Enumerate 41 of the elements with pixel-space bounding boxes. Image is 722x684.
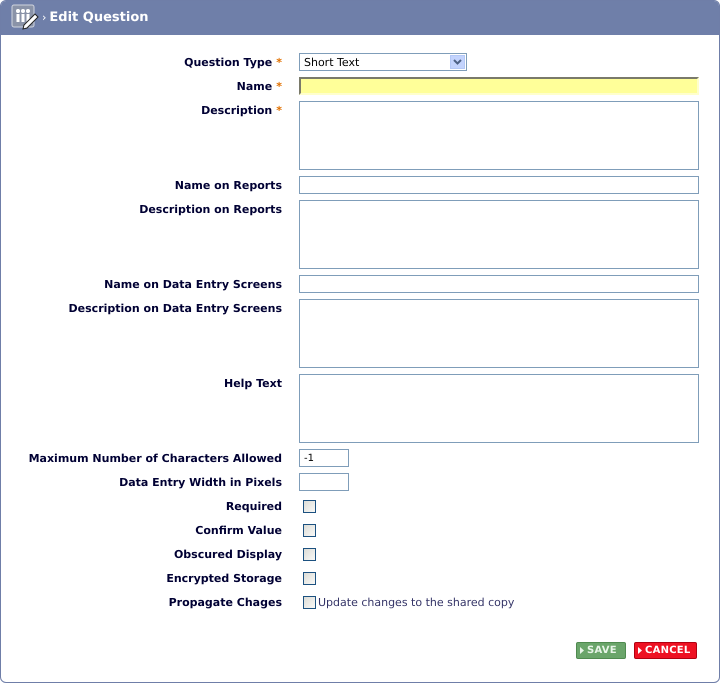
field-label: Confirm Value	[195, 524, 282, 537]
text-area[interactable]	[299, 200, 699, 269]
checkbox[interactable]	[303, 572, 316, 584]
question-type-dropdown[interactable]: Short Text	[299, 53, 467, 71]
checkbox[interactable]	[303, 548, 316, 560]
number-field[interactable]: -1	[299, 449, 349, 467]
breadcrumb-separator: ›	[42, 10, 46, 26]
field-label: Help Text	[224, 377, 282, 390]
required-marker: *	[276, 80, 282, 93]
checkbox-caption: Update changes to the shared copy	[318, 596, 514, 608]
field-label: Propagate Chages	[168, 596, 282, 609]
field-label: Maximum Number of Characters Allowed	[28, 452, 282, 465]
chevron-down-icon	[450, 55, 465, 69]
text-area[interactable]	[299, 299, 699, 368]
text-area[interactable]	[299, 101, 699, 170]
field-label: Required	[226, 500, 282, 513]
field-label: Description on Data Entry Screens	[68, 302, 282, 315]
field-label: Name on Data Entry Screens	[104, 278, 282, 291]
field-label: Obscured Display	[174, 548, 282, 561]
cancel-button[interactable]: CANCEL	[634, 642, 697, 659]
play-icon	[580, 647, 584, 654]
text-area[interactable]	[299, 374, 699, 443]
text-field[interactable]	[299, 275, 699, 293]
field-label: Data Entry Width in Pixels	[119, 476, 282, 489]
checkbox[interactable]	[303, 524, 316, 536]
field-label: Name on Reports	[174, 179, 282, 192]
text-field[interactable]	[299, 176, 699, 194]
number-field[interactable]	[299, 473, 349, 491]
field-label: Description	[201, 104, 272, 117]
required-marker: *	[276, 56, 282, 69]
text-field[interactable]	[299, 77, 699, 95]
field-label: Question Type	[184, 56, 272, 69]
edit-group-icon	[11, 4, 39, 32]
window-title: Edit Question	[49, 9, 149, 28]
play-icon	[638, 647, 642, 654]
field-label: Description on Reports	[139, 203, 282, 216]
required-marker: *	[276, 104, 282, 117]
checkbox[interactable]	[303, 596, 316, 608]
field-label: Name	[236, 80, 272, 93]
checkbox[interactable]	[303, 500, 316, 512]
field-label: Encrypted Storage	[166, 572, 282, 585]
